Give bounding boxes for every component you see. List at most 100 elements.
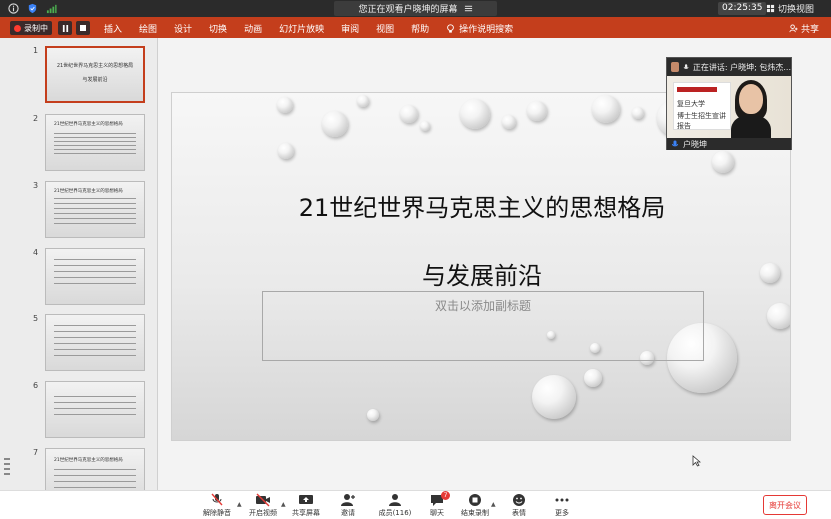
app-window: 您正在观看户晓坤的屏幕 02:25:35 切换视图 录制中 插入 绘图 设计 切… bbox=[0, 0, 831, 519]
top-left-icons bbox=[8, 3, 57, 14]
share-label: 共享 bbox=[800, 25, 819, 35]
mic-muted-icon bbox=[211, 493, 223, 506]
chat-label: 聊天 bbox=[430, 509, 444, 517]
leave-meeting-button[interactable]: 离开会议 bbox=[763, 495, 807, 515]
stop-recording-label: 结束录制 bbox=[461, 509, 489, 517]
recording-indicator[interactable]: 录制中 bbox=[10, 21, 52, 35]
reactions-button[interactable]: 表情 bbox=[499, 493, 539, 518]
share-screen-icon bbox=[299, 495, 313, 504]
meeting-toolbar: 解除静音 ▲ 开启视频 ▲ 共享屏幕 邀请 成员(116) 7 聊天 结束录制 bbox=[0, 490, 831, 519]
stop-record-icon bbox=[469, 494, 481, 506]
thumb-number: 2 bbox=[33, 114, 39, 123]
thumb-number: 3 bbox=[33, 181, 39, 190]
tab-transitions[interactable]: 切换 bbox=[209, 22, 227, 35]
invite-icon bbox=[341, 494, 355, 506]
slide-thumbnail-5[interactable] bbox=[45, 314, 145, 371]
slide-thumbnail-7[interactable]: 21世纪世界马克思主义的思想格局 bbox=[45, 448, 145, 490]
members-icon bbox=[389, 494, 401, 506]
speaker-person bbox=[729, 78, 773, 138]
tab-help[interactable]: 帮助 bbox=[411, 22, 429, 35]
thumb-title: 21世纪世界马克思主义的思想格局 bbox=[56, 63, 134, 69]
record-options-caret[interactable]: ▲ bbox=[491, 501, 496, 508]
tab-slideshow[interactable]: 幻灯片放映 bbox=[279, 22, 324, 35]
thumb-subtitle: 与发展前沿 bbox=[82, 77, 108, 83]
lightbulb-icon bbox=[447, 23, 454, 33]
dropdown-menu-icon[interactable] bbox=[464, 4, 473, 13]
subtitle-placeholder-box[interactable]: 双击以添加副标题 bbox=[262, 291, 704, 361]
scroll-indicator[interactable] bbox=[4, 458, 10, 476]
speaker-mic-icon bbox=[683, 64, 689, 69]
switch-view-button[interactable]: 切换视图 bbox=[766, 2, 814, 15]
slide-thumbnail-6[interactable] bbox=[45, 381, 145, 438]
tab-view[interactable]: 视图 bbox=[376, 22, 394, 35]
ribbon-tabs: 插入 绘图 设计 切换 动画 幻灯片放映 审阅 视图 帮助 操作说明搜索 bbox=[104, 22, 530, 35]
speaking-header: 正在讲话: 户晓坤; 包炜杰... bbox=[667, 58, 791, 76]
members-button[interactable]: 成员(116) bbox=[373, 493, 417, 518]
start-video-label: 开启视频 bbox=[249, 509, 277, 517]
screen-share-indicator[interactable]: 您正在观看户晓坤的屏幕 bbox=[334, 1, 497, 16]
tab-draw[interactable]: 绘图 bbox=[139, 22, 157, 35]
chat-button[interactable]: 7 聊天 bbox=[417, 491, 457, 518]
thumb-number: 4 bbox=[33, 248, 39, 257]
more-label: 更多 bbox=[555, 509, 569, 517]
invite-button[interactable]: 邀请 bbox=[328, 493, 368, 518]
tab-insert[interactable]: 插入 bbox=[104, 22, 122, 35]
banner-text-1: 复旦大学 bbox=[677, 100, 705, 108]
tab-design[interactable]: 设计 bbox=[174, 22, 192, 35]
thumb-number: 6 bbox=[33, 381, 39, 390]
share-screen-button[interactable]: 共享屏幕 bbox=[286, 493, 326, 518]
participant-mic-icon bbox=[672, 140, 678, 147]
video-options-caret[interactable]: ▲ bbox=[281, 501, 286, 508]
powerpoint-ribbon: 录制中 插入 绘图 设计 切换 动画 幻灯片放映 审阅 视图 帮助 操作说明搜索… bbox=[0, 17, 831, 38]
audio-options-caret[interactable]: ▲ bbox=[237, 501, 242, 508]
chat-badge: 7 bbox=[441, 491, 450, 500]
person-share-icon bbox=[789, 24, 798, 33]
participant-name-bar: 户晓坤 bbox=[667, 138, 791, 150]
stop-recording-toolbar-button[interactable]: 结束录制 bbox=[455, 493, 495, 518]
tab-review[interactable]: 审阅 bbox=[341, 22, 359, 35]
slide-thumbnail-4[interactable] bbox=[45, 248, 145, 305]
speaker-video-tile[interactable]: 正在讲话: 户晓坤; 包炜杰... 复旦大学 博士生招生宣讲报告 户晓坤 bbox=[666, 57, 792, 150]
signal-strength-icon bbox=[46, 3, 57, 14]
thumb-title: 21世纪世界马克思主义的思想格局 bbox=[54, 189, 123, 194]
tell-me-search[interactable]: 操作说明搜索 bbox=[446, 22, 513, 35]
video-off-icon bbox=[256, 493, 270, 507]
pause-recording-button[interactable] bbox=[58, 21, 72, 35]
start-video-button[interactable]: 开启视频 bbox=[243, 493, 283, 518]
switch-view-label: 切换视图 bbox=[778, 5, 815, 15]
stop-icon bbox=[80, 25, 86, 31]
tab-animations[interactable]: 动画 bbox=[244, 22, 262, 35]
reactions-label: 表情 bbox=[512, 509, 526, 517]
more-icon bbox=[555, 498, 569, 502]
thumb-number: 5 bbox=[33, 314, 39, 323]
tell-me-label: 操作说明搜索 bbox=[459, 25, 514, 35]
unmute-label: 解除静音 bbox=[203, 509, 231, 517]
security-shield-icon[interactable] bbox=[27, 3, 38, 14]
participant-name: 户晓坤 bbox=[683, 139, 707, 149]
slide-thumbnail-3[interactable]: 21世纪世界马克思主义的思想格局 bbox=[45, 181, 145, 238]
slide-thumbnail-2[interactable]: 21世纪世界马克思主义的思想格局 bbox=[45, 114, 145, 171]
screen-share-text: 您正在观看户晓坤的屏幕 bbox=[358, 5, 458, 15]
slide-thumbnail-1[interactable]: 21世纪世界马克思主义的思想格局 与发展前沿 bbox=[45, 46, 145, 103]
emoji-icon bbox=[513, 494, 525, 506]
unmute-button[interactable]: 解除静音 bbox=[197, 493, 237, 518]
meeting-top-bar: 您正在观看户晓坤的屏幕 02:25:35 切换视图 bbox=[0, 0, 831, 17]
share-screen-label: 共享屏幕 bbox=[292, 509, 320, 517]
share-button[interactable]: 共享 bbox=[789, 22, 819, 35]
pause-icon bbox=[62, 24, 68, 32]
slide-title-line2: 与发展前沿 bbox=[422, 262, 542, 290]
more-button[interactable]: 更多 bbox=[542, 493, 582, 518]
slide-thumbnail-pane: 1 21世纪世界马克思主义的思想格局 与发展前沿 2 21世纪世界马克思主义的思… bbox=[0, 38, 158, 490]
info-icon[interactable] bbox=[8, 3, 19, 14]
recording-label: 录制中 bbox=[24, 23, 48, 33]
banner-text-2: 博士生招生宣讲报告 bbox=[677, 112, 726, 130]
backdrop-banner: 复旦大学 博士生招生宣讲报告 bbox=[673, 82, 731, 130]
stop-recording-button[interactable] bbox=[76, 21, 90, 35]
thumb-number: 7 bbox=[33, 448, 39, 457]
grid-view-icon bbox=[766, 4, 775, 13]
meeting-timer: 02:25:35 bbox=[718, 2, 767, 15]
mouse-cursor-icon bbox=[692, 455, 701, 467]
members-label: 成员(116) bbox=[378, 509, 412, 517]
invite-label: 邀请 bbox=[341, 509, 355, 517]
speaking-label: 正在讲话: 户晓坤; 包炜杰... bbox=[692, 62, 791, 72]
